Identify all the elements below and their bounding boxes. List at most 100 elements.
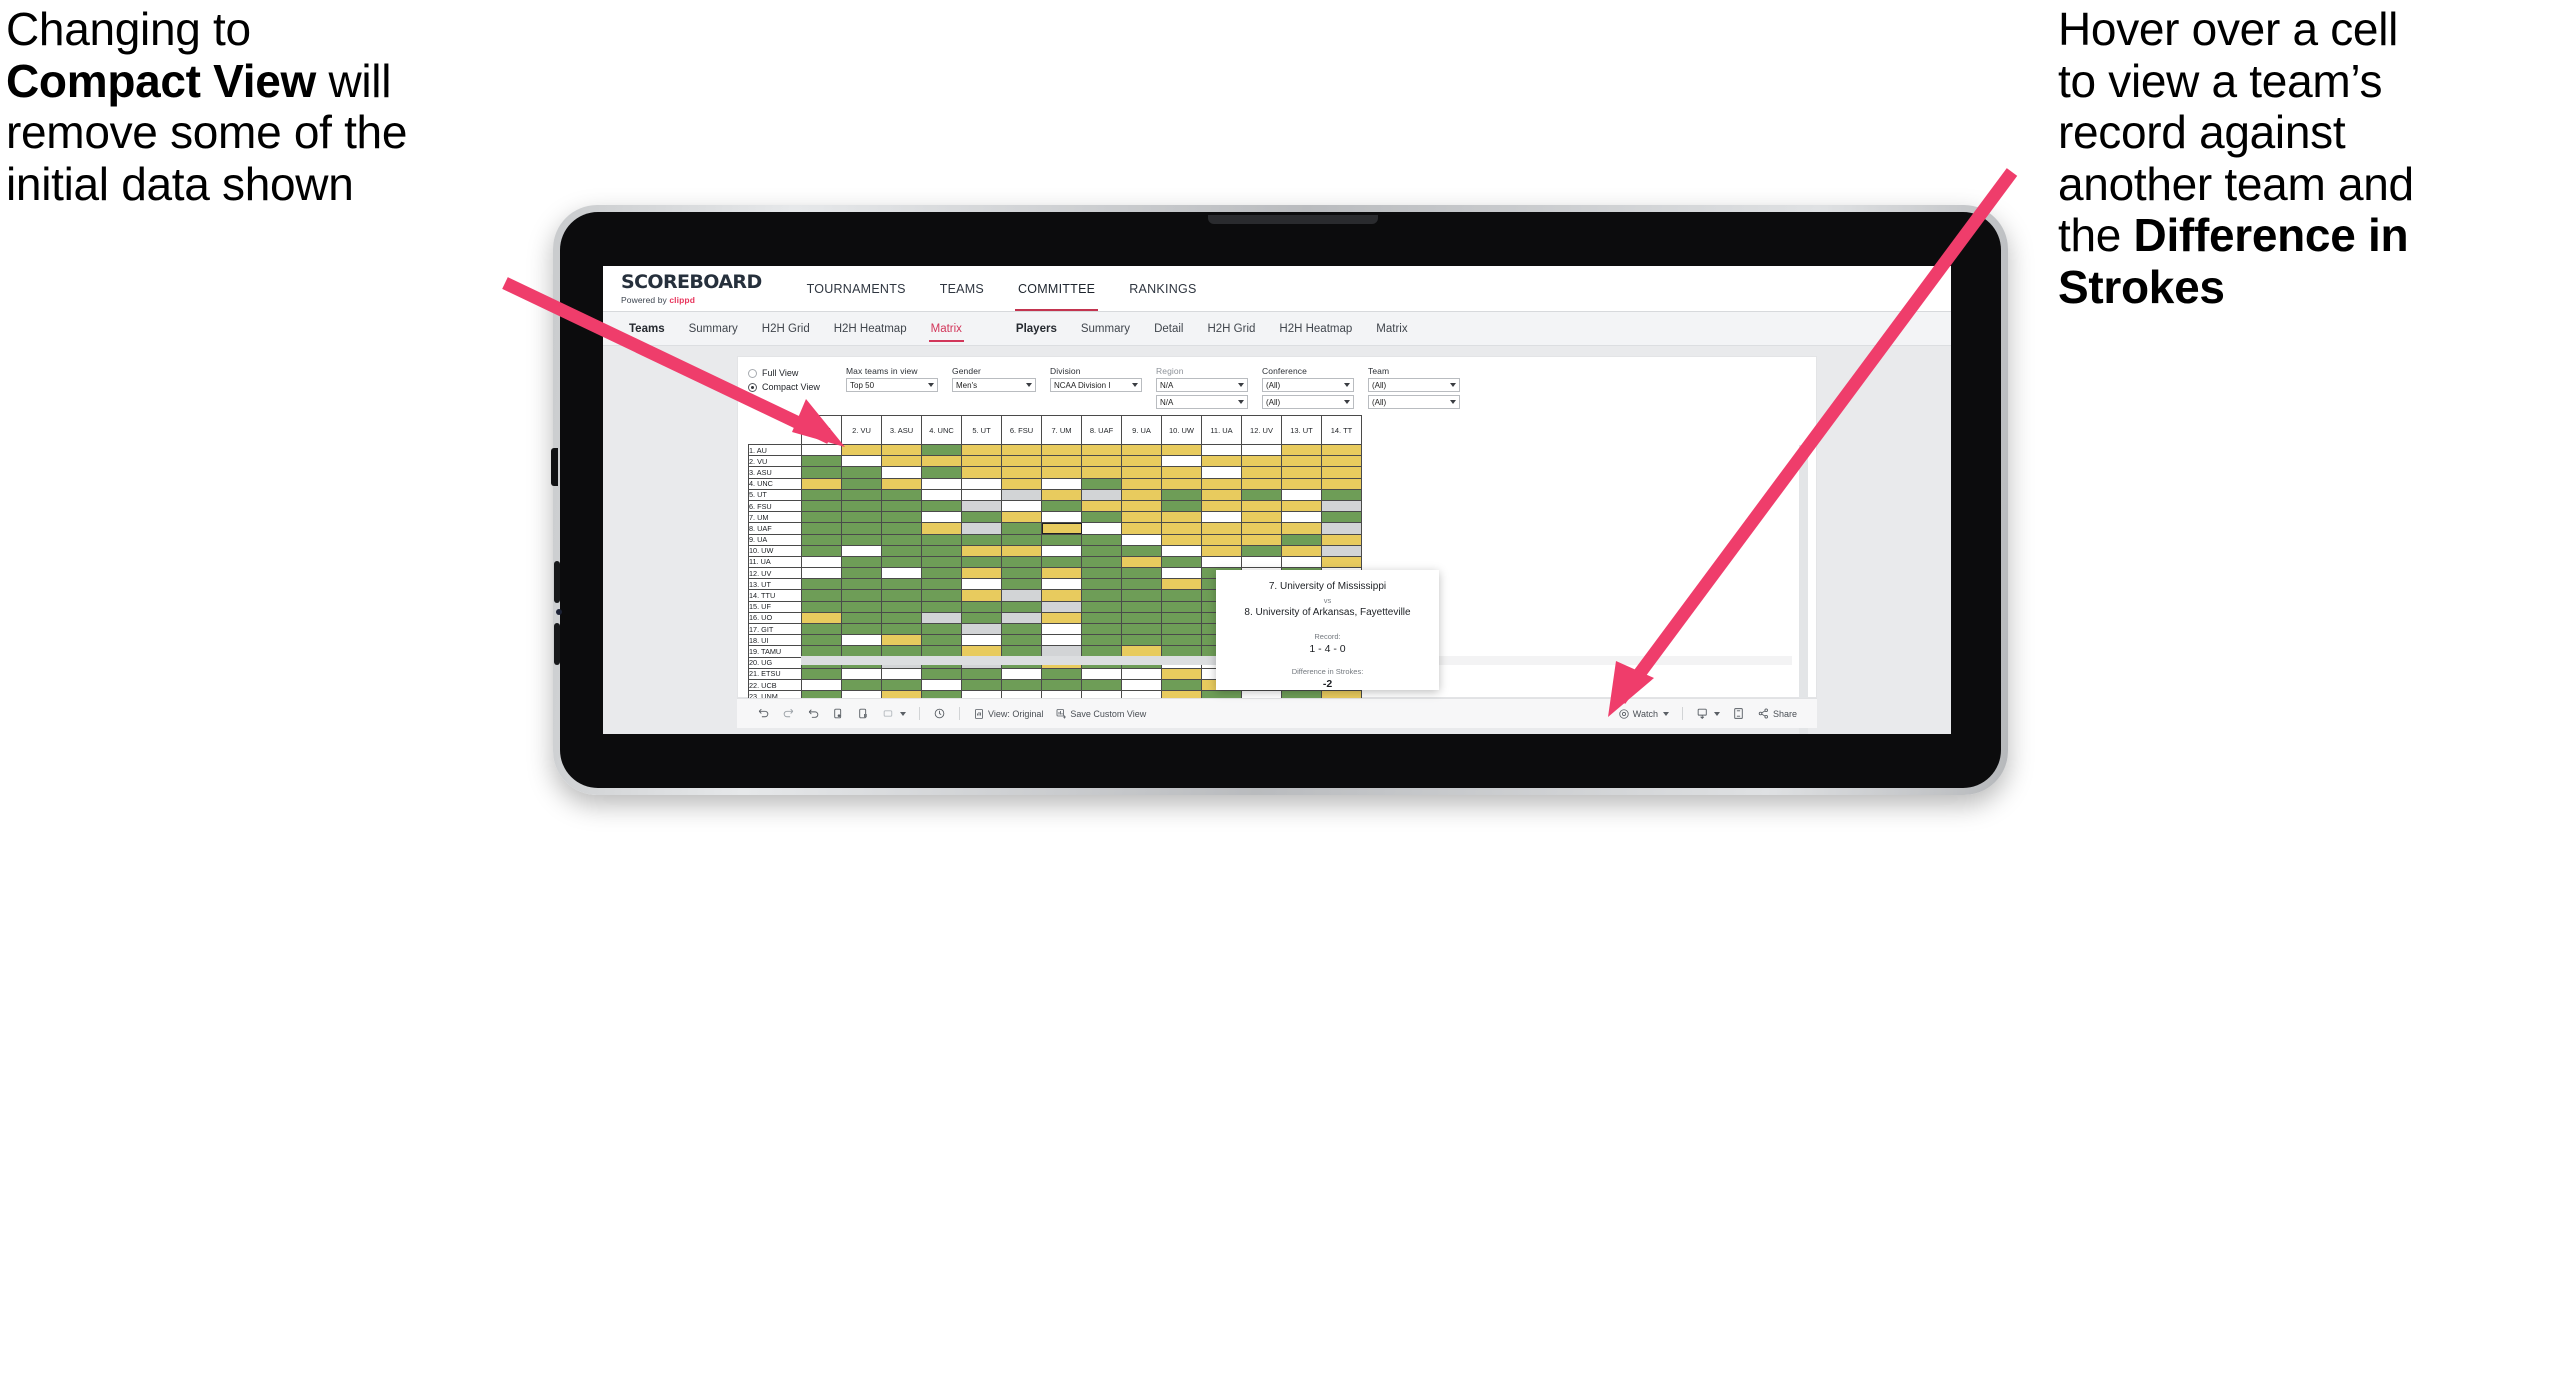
matrix-cell[interactable]: [1281, 511, 1322, 524]
matrix-cell[interactable]: [801, 678, 842, 692]
matrix-cell[interactable]: [1001, 455, 1042, 468]
matrix-cell[interactable]: [1161, 466, 1202, 479]
matrix-cell[interactable]: [801, 667, 842, 680]
matrix-cell[interactable]: [1281, 455, 1322, 468]
matrix-cell[interactable]: [1121, 499, 1162, 513]
matrix-cell[interactable]: [1081, 488, 1122, 501]
matrix-cell[interactable]: [1121, 533, 1162, 546]
matrix-cell[interactable]: [1161, 622, 1202, 636]
matrix-cell[interactable]: [921, 622, 962, 636]
matrix-cell[interactable]: [1081, 589, 1122, 602]
matrix-column-header[interactable]: 1. AU: [801, 415, 842, 445]
matrix-cell[interactable]: [921, 544, 962, 557]
matrix-cell[interactable]: [1161, 555, 1202, 569]
matrix-cell[interactable]: [1161, 611, 1202, 625]
matrix-cell[interactable]: [1001, 678, 1042, 692]
matrix-cell[interactable]: [1321, 499, 1362, 513]
matrix-cell[interactable]: [1161, 678, 1202, 692]
matrix-row-label[interactable]: 5. UT: [748, 488, 802, 501]
matrix-cell[interactable]: [1201, 455, 1242, 468]
matrix-cell[interactable]: [1001, 600, 1042, 613]
matrix-cell[interactable]: [881, 499, 922, 513]
matrix-cell[interactable]: [1321, 488, 1362, 501]
subtab-players-summary[interactable]: Summary: [1069, 312, 1142, 346]
matrix-cell[interactable]: [1121, 488, 1162, 501]
matrix-row-label[interactable]: 2. VU: [748, 455, 802, 468]
matrix-cell[interactable]: [1081, 466, 1122, 479]
matrix-cell[interactable]: [1001, 622, 1042, 636]
matrix-cell[interactable]: [1001, 511, 1042, 524]
redo-button[interactable]: [776, 707, 801, 720]
matrix-cell[interactable]: [1121, 544, 1162, 557]
matrix-cell[interactable]: [961, 578, 1002, 591]
matrix-cell[interactable]: [921, 589, 962, 602]
matrix-cell[interactable]: [1121, 522, 1162, 535]
brand-logo[interactable]: SCOREBOARD Powered by clippd: [621, 266, 790, 311]
matrix-cell[interactable]: [1001, 443, 1042, 457]
matrix-cell[interactable]: [1201, 443, 1242, 457]
matrix-cell[interactable]: [1041, 466, 1082, 479]
matrix-cell[interactable]: [961, 488, 1002, 501]
matrix-cell[interactable]: [881, 511, 922, 524]
filter-gender-select[interactable]: Men's: [952, 378, 1036, 392]
matrix-cell[interactable]: [961, 622, 1002, 636]
matrix-row-label[interactable]: 21. ETSU: [748, 667, 802, 680]
matrix-row-label[interactable]: 15. UF: [748, 600, 802, 613]
matrix-cell[interactable]: [841, 567, 882, 580]
matrix-cell[interactable]: [1121, 600, 1162, 613]
matrix-cell[interactable]: [881, 678, 922, 692]
matrix-cell[interactable]: [1001, 567, 1042, 580]
matrix-cell[interactable]: [1161, 477, 1202, 490]
subtab-players-h2h-heatmap[interactable]: H2H Heatmap: [1267, 312, 1364, 346]
matrix-cell[interactable]: [801, 544, 842, 557]
matrix-cell[interactable]: [1201, 533, 1242, 546]
matrix-cell[interactable]: [1281, 555, 1322, 569]
volume-up-button[interactable]: [554, 561, 560, 603]
filter-conference-select-2[interactable]: (All): [1262, 395, 1354, 409]
matrix-cell[interactable]: [921, 634, 962, 647]
matrix-cell[interactable]: [1001, 466, 1042, 479]
matrix-cell[interactable]: [1161, 589, 1202, 602]
matrix-cell[interactable]: [801, 499, 842, 513]
matrix-cell[interactable]: [1321, 477, 1362, 490]
matrix-cell[interactable]: [841, 455, 882, 468]
save-custom-view-button[interactable]: Save Custom View: [1049, 708, 1152, 720]
matrix-cell[interactable]: [1081, 443, 1122, 457]
matrix-cell[interactable]: [881, 466, 922, 479]
matrix-cell[interactable]: [961, 589, 1002, 602]
matrix-cell[interactable]: [1041, 499, 1082, 513]
matrix-cell[interactable]: [801, 589, 842, 602]
matrix-cell[interactable]: [1161, 455, 1202, 468]
matrix-cell[interactable]: [801, 477, 842, 490]
matrix-cell[interactable]: [1321, 511, 1362, 524]
matrix-cell[interactable]: [1121, 477, 1162, 490]
matrix-cell[interactable]: [881, 634, 922, 647]
subtab-players-h2h-grid[interactable]: H2H Grid: [1195, 312, 1267, 346]
matrix-cell[interactable]: [961, 544, 1002, 557]
matrix-cell[interactable]: [1241, 544, 1282, 557]
matrix-cell[interactable]: [1081, 600, 1122, 613]
matrix-cell[interactable]: [841, 589, 882, 602]
matrix-cell[interactable]: [1281, 477, 1322, 490]
matrix-column-header[interactable]: 4. UNC: [921, 415, 962, 445]
matrix-cell[interactable]: [1041, 611, 1082, 625]
matrix-cell[interactable]: [1081, 477, 1122, 490]
matrix-cell[interactable]: [801, 488, 842, 501]
matrix-cell[interactable]: [1241, 499, 1282, 513]
matrix-row-label[interactable]: 10. UW: [748, 544, 802, 557]
matrix-cell[interactable]: [1041, 567, 1082, 580]
matrix-cell[interactable]: [1081, 499, 1122, 513]
matrix-cell[interactable]: [1281, 499, 1322, 513]
matrix-cell[interactable]: [841, 622, 882, 636]
matrix-cell[interactable]: [1161, 600, 1202, 613]
matrix-cell[interactable]: [921, 477, 962, 490]
matrix-cell[interactable]: [841, 578, 882, 591]
matrix-column-header[interactable]: 11. UA: [1201, 415, 1242, 445]
matrix-cell[interactable]: [961, 511, 1002, 524]
matrix-cell[interactable]: [1241, 511, 1282, 524]
matrix-cell[interactable]: [1081, 522, 1122, 535]
matrix-cell[interactable]: [801, 555, 842, 569]
matrix-cell[interactable]: [1281, 488, 1322, 501]
matrix-cell[interactable]: [1121, 443, 1162, 457]
matrix-cell[interactable]: [961, 567, 1002, 580]
